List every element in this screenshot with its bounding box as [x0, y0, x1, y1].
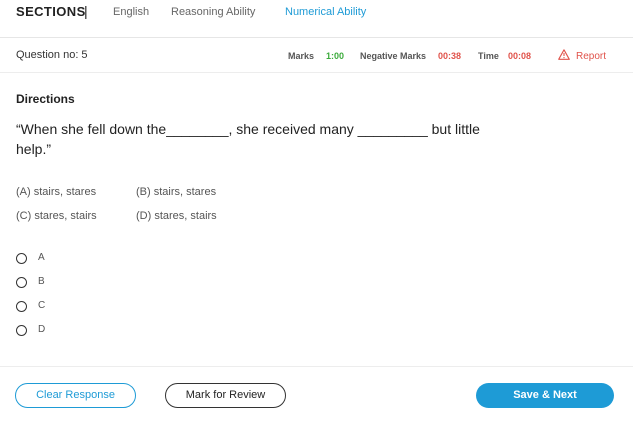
warning-triangle-icon — [558, 49, 570, 60]
option-text-b: (B) stairs, stares — [136, 186, 217, 198]
question-number: Question no: 5 — [16, 49, 88, 61]
question-text: “When she fell down the________, she rec… — [16, 121, 480, 157]
directions-heading: Directions — [16, 92, 75, 106]
radio-button-b[interactable] — [16, 277, 27, 288]
answer-choice-b[interactable]: B — [16, 276, 76, 290]
answer-choice-c[interactable]: C — [16, 300, 76, 314]
option-text-a: (A) stairs, stares — [16, 186, 97, 198]
sections-separator: | — [84, 3, 88, 19]
save-and-next-button[interactable]: Save & Next — [476, 383, 614, 408]
time-label: Time — [478, 51, 499, 61]
clear-response-button[interactable]: Clear Response — [15, 383, 136, 408]
answer-choice-d[interactable]: D — [16, 324, 76, 338]
choice-label-b: B — [38, 276, 45, 287]
negative-marks-label: Negative Marks — [360, 51, 427, 61]
time-value: 00:08 — [508, 51, 532, 61]
marks-label: Marks — [288, 51, 315, 61]
tab-numerical-ability[interactable]: Numerical Ability — [285, 6, 366, 18]
tab-reasoning-ability[interactable]: Reasoning Ability — [171, 6, 255, 18]
footer-divider — [0, 366, 633, 367]
negative-marks-value: 00:38 — [438, 51, 462, 61]
choice-label-a: A — [38, 252, 45, 263]
sections-title: SECTIONS — [16, 4, 86, 19]
radio-button-a[interactable] — [16, 253, 27, 264]
answer-choice-a[interactable]: A — [16, 252, 76, 266]
marks-value: 1:00 — [326, 51, 345, 61]
choice-label-c: C — [38, 300, 46, 311]
option-text-d: (D) stares, stairs — [136, 210, 217, 222]
report-label: Report — [576, 51, 607, 62]
question-header: Question no: 5 Marks 1:00 Negative Marks… — [0, 38, 633, 72]
radio-button-c[interactable] — [16, 301, 27, 312]
option-text-c: (C) stares, stairs — [16, 210, 97, 222]
tab-english[interactable]: English — [113, 6, 149, 18]
sections-bar: SECTIONS | English Reasoning Ability Num… — [0, 0, 633, 38]
radio-button-d[interactable] — [16, 325, 27, 336]
report-button[interactable]: Report — [558, 49, 606, 62]
choice-label-d: D — [38, 324, 46, 335]
question-divider — [0, 72, 633, 73]
mark-for-review-button[interactable]: Mark for Review — [165, 383, 286, 408]
